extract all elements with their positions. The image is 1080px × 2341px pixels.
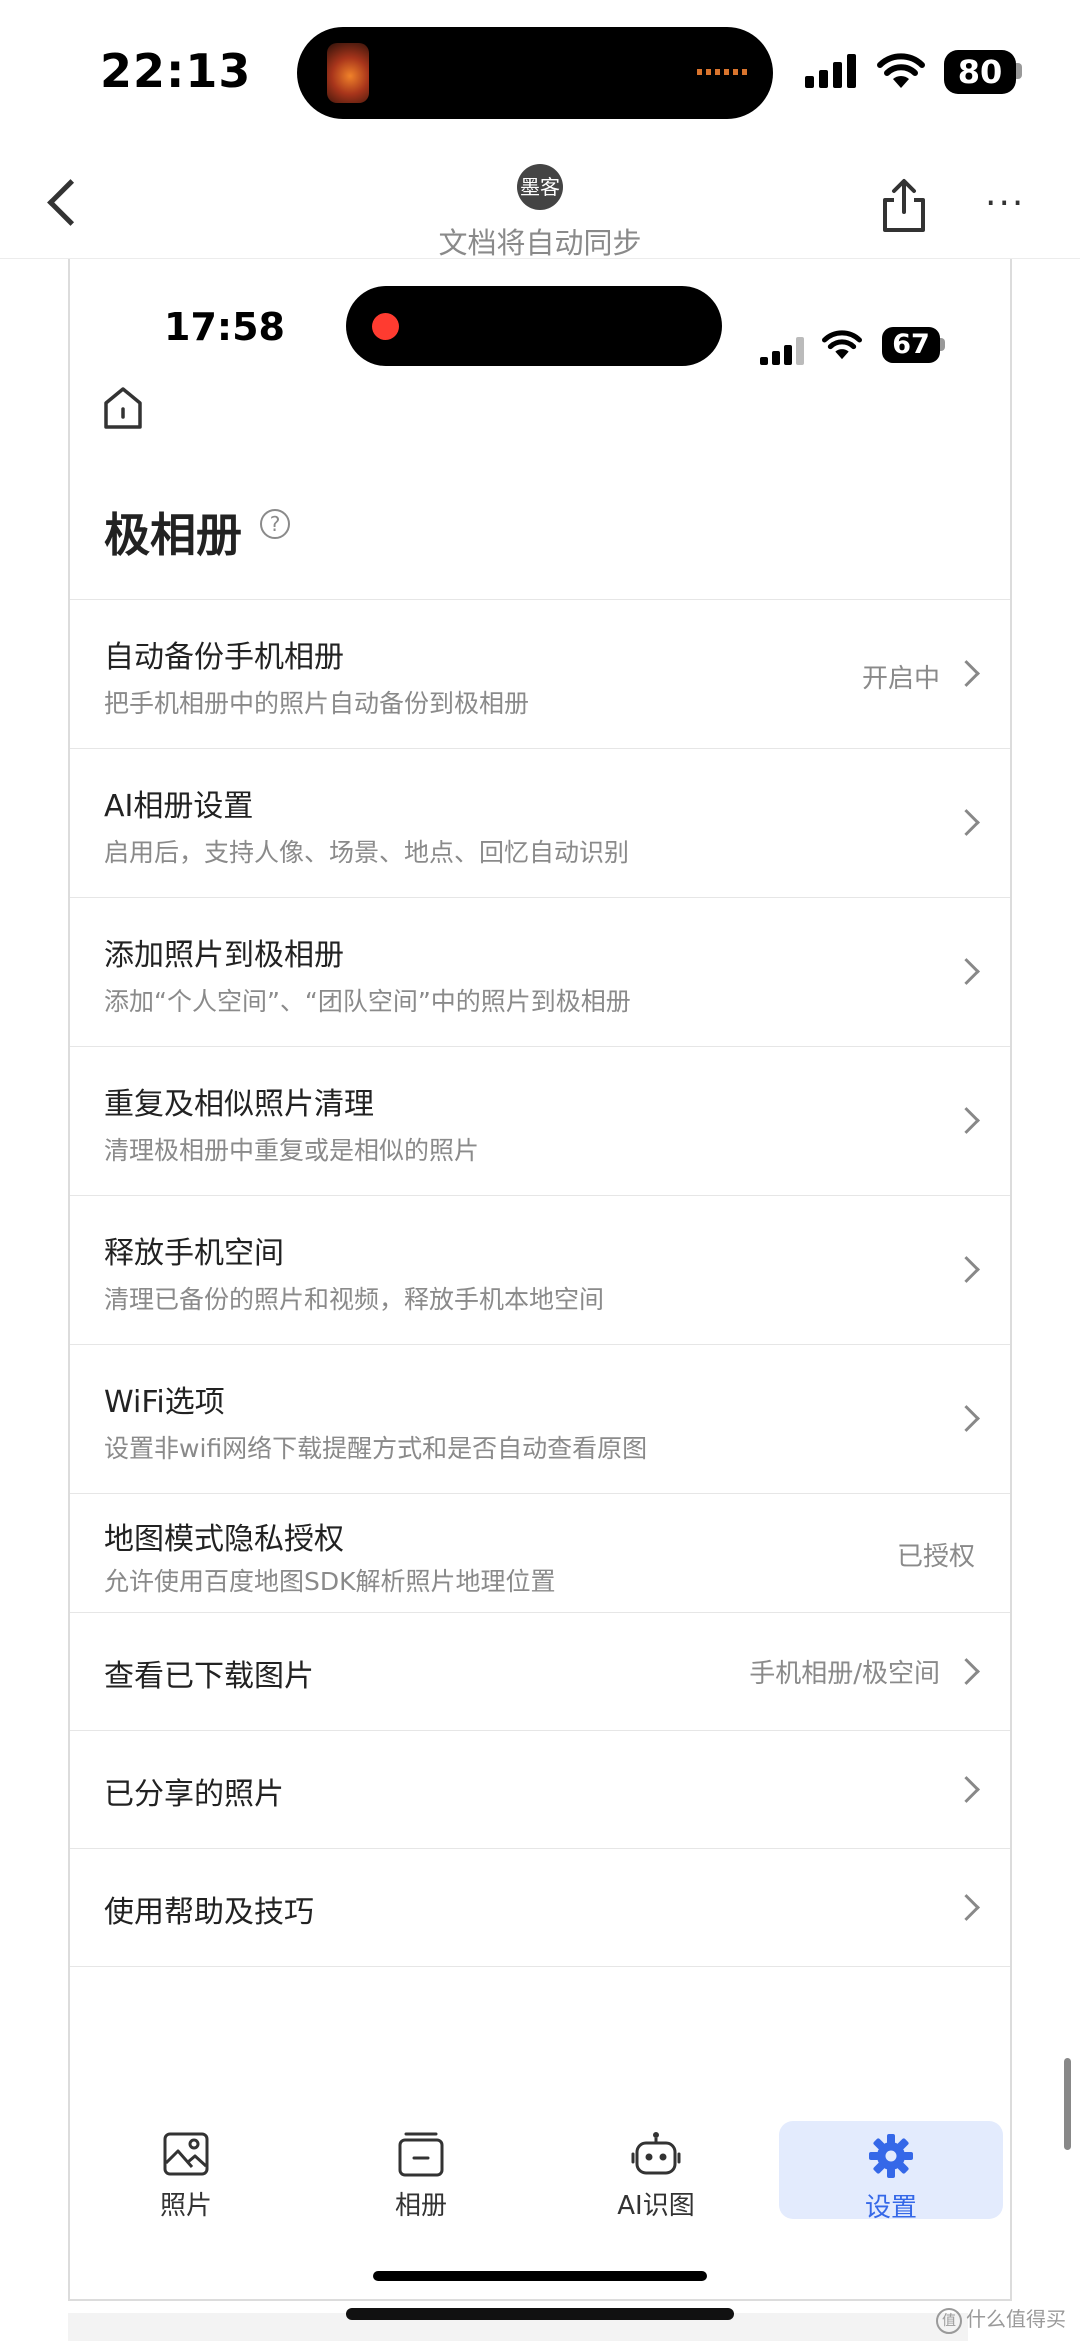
tab-label: 相册 [394,2191,447,2221]
live-activity-thumbnail [327,43,369,103]
photo-icon [163,2132,209,2176]
watermark-text: 什么值得买 [966,2307,1066,2331]
tab-settings[interactable]: 设置 [779,2121,1003,2223]
chevron-right-icon [953,1658,980,1685]
outer-status-bar: 22:13 80 [0,0,1080,140]
chevron-right-icon [953,958,980,985]
chevron-right-icon [953,1894,980,1921]
chevron-right-icon [953,809,980,836]
item-title: 查看已下载图片 [104,1659,314,1694]
item-title: 自动备份手机相册 [104,640,344,675]
item-title: 使用帮助及技巧 [104,1895,314,1930]
item-subtitle: 清理极相册中重复或是相似的照片 [104,1136,480,1165]
item-subtitle: 允许使用百度地图SDK解析照片地理位置 [104,1567,556,1596]
settings-item-ai-album[interactable]: AI相册设置 启用后，支持人像、场景、地点、回忆自动识别 [70,749,1010,898]
chevron-right-icon [953,660,980,687]
item-title: 释放手机空间 [104,1236,284,1271]
home-icon[interactable] [102,385,144,431]
inner-battery-level: 67 [892,329,930,360]
author-avatar[interactable]: 墨客 [517,164,563,210]
settings-item-duplicate-cleanup[interactable]: 重复及相似照片清理 清理极相册中重复或是相似的照片 [70,1047,1010,1196]
outer-status-time: 22:13 [100,44,252,98]
home-indicator[interactable] [346,2308,734,2320]
watermark-logo-icon: 值 [936,2307,962,2334]
inner-status-time: 17:58 [164,305,285,349]
settings-item-downloaded[interactable]: 查看已下载图片 手机相册/极空间 [70,1613,1010,1731]
item-status: 手机相册/极空间 [749,1659,940,1689]
item-title: AI相册设置 [104,789,254,824]
settings-item-free-space[interactable]: 释放手机空间 清理已备份的照片和视频，释放手机本地空间 [70,1196,1010,1345]
tab-albums[interactable]: 相册 [346,2119,496,2229]
tab-label: AI识图 [617,2191,695,2221]
recording-indicator-icon [372,313,399,340]
battery-tip [1016,63,1022,79]
inner-dynamic-island [346,286,722,366]
dynamic-island[interactable] [297,27,773,119]
tab-label: 照片 [159,2191,212,2221]
embedded-screenshot: 17:58 67 极相册 ? 自动备份手机相册 把手机相册中的照片自动备份到极相… [68,259,1012,2301]
settings-item-wifi-options[interactable]: WiFi选项 设置非wifi网络下载提醒方式和是否自动查看原图 [70,1345,1010,1494]
more-options-icon[interactable]: ··· [985,186,1025,222]
settings-item-add-photos[interactable]: 添加照片到极相册 添加“个人空间”、“团队空间”中的照片到极相册 [70,898,1010,1047]
chevron-right-icon [953,1405,980,1432]
item-status: 已授权 [896,1542,975,1572]
item-subtitle: 启用后，支持人像、场景、地点、回忆自动识别 [104,838,630,867]
back-icon[interactable] [47,179,94,226]
item-title: 已分享的照片 [104,1777,284,1812]
bottom-tab-bar: 照片 相册 AI识图 设置 [70,2119,1010,2229]
cellular-signal-icon [805,54,856,88]
item-title: 添加照片到极相册 [104,938,344,973]
scroll-indicator[interactable] [1064,2058,1071,2150]
settings-list: 自动备份手机相册 把手机相册中的照片自动备份到极相册 开启中 AI相册设置 启用… [70,599,1010,1967]
robot-icon [631,2132,681,2175]
inner-battery-tip [940,338,945,351]
watermark: 值什么值得买 [936,2303,1066,2334]
item-title: 重复及相似照片清理 [104,1087,374,1122]
chevron-right-icon [953,1776,980,1803]
settings-item-shared-photos[interactable]: 已分享的照片 [70,1731,1010,1849]
inner-home-indicator [373,2271,707,2281]
battery-level: 80 [957,53,1003,91]
settings-item-map-privacy[interactable]: 地图模式隐私授权 允许使用百度地图SDK解析照片地理位置 已授权 [70,1494,1010,1613]
item-subtitle: 清理已备份的照片和视频，释放手机本地空间 [104,1285,605,1314]
item-title: 地图模式隐私授权 [104,1522,344,1557]
chevron-right-icon [953,1107,980,1134]
inner-battery-icon: 67 [882,327,940,363]
help-icon[interactable]: ? [260,509,290,539]
item-subtitle: 添加“个人空间”、“团队空间”中的照片到极相册 [104,987,631,1016]
tab-photos[interactable]: 照片 [111,2119,261,2229]
item-status: 开启中 [861,664,940,694]
tab-label: 设置 [864,2193,917,2223]
album-icon [398,2132,444,2177]
battery-icon: 80 [944,50,1016,94]
settings-item-auto-backup[interactable]: 自动备份手机相册 把手机相册中的照片自动备份到极相册 开启中 [70,600,1010,749]
share-icon[interactable] [876,176,932,236]
page-title: 极相册 [104,508,242,562]
wifi-icon [877,53,925,88]
inner-wifi-icon [822,330,862,360]
item-subtitle: 把手机相册中的照片自动备份到极相册 [104,689,530,718]
live-activity-indicator [697,69,747,75]
item-title: WiFi选项 [104,1385,225,1420]
outer-nav-bar: 墨客 文档将自动同步 ··· [0,140,1080,260]
settings-item-help[interactable]: 使用帮助及技巧 [70,1849,1010,1967]
item-subtitle: 设置非wifi网络下载提醒方式和是否自动查看原图 [104,1434,648,1463]
gear-icon [869,2134,913,2178]
chevron-right-icon [953,1256,980,1283]
inner-cellular-signal-icon [760,337,804,365]
tab-ai-recognize[interactable]: AI识图 [581,2119,731,2229]
